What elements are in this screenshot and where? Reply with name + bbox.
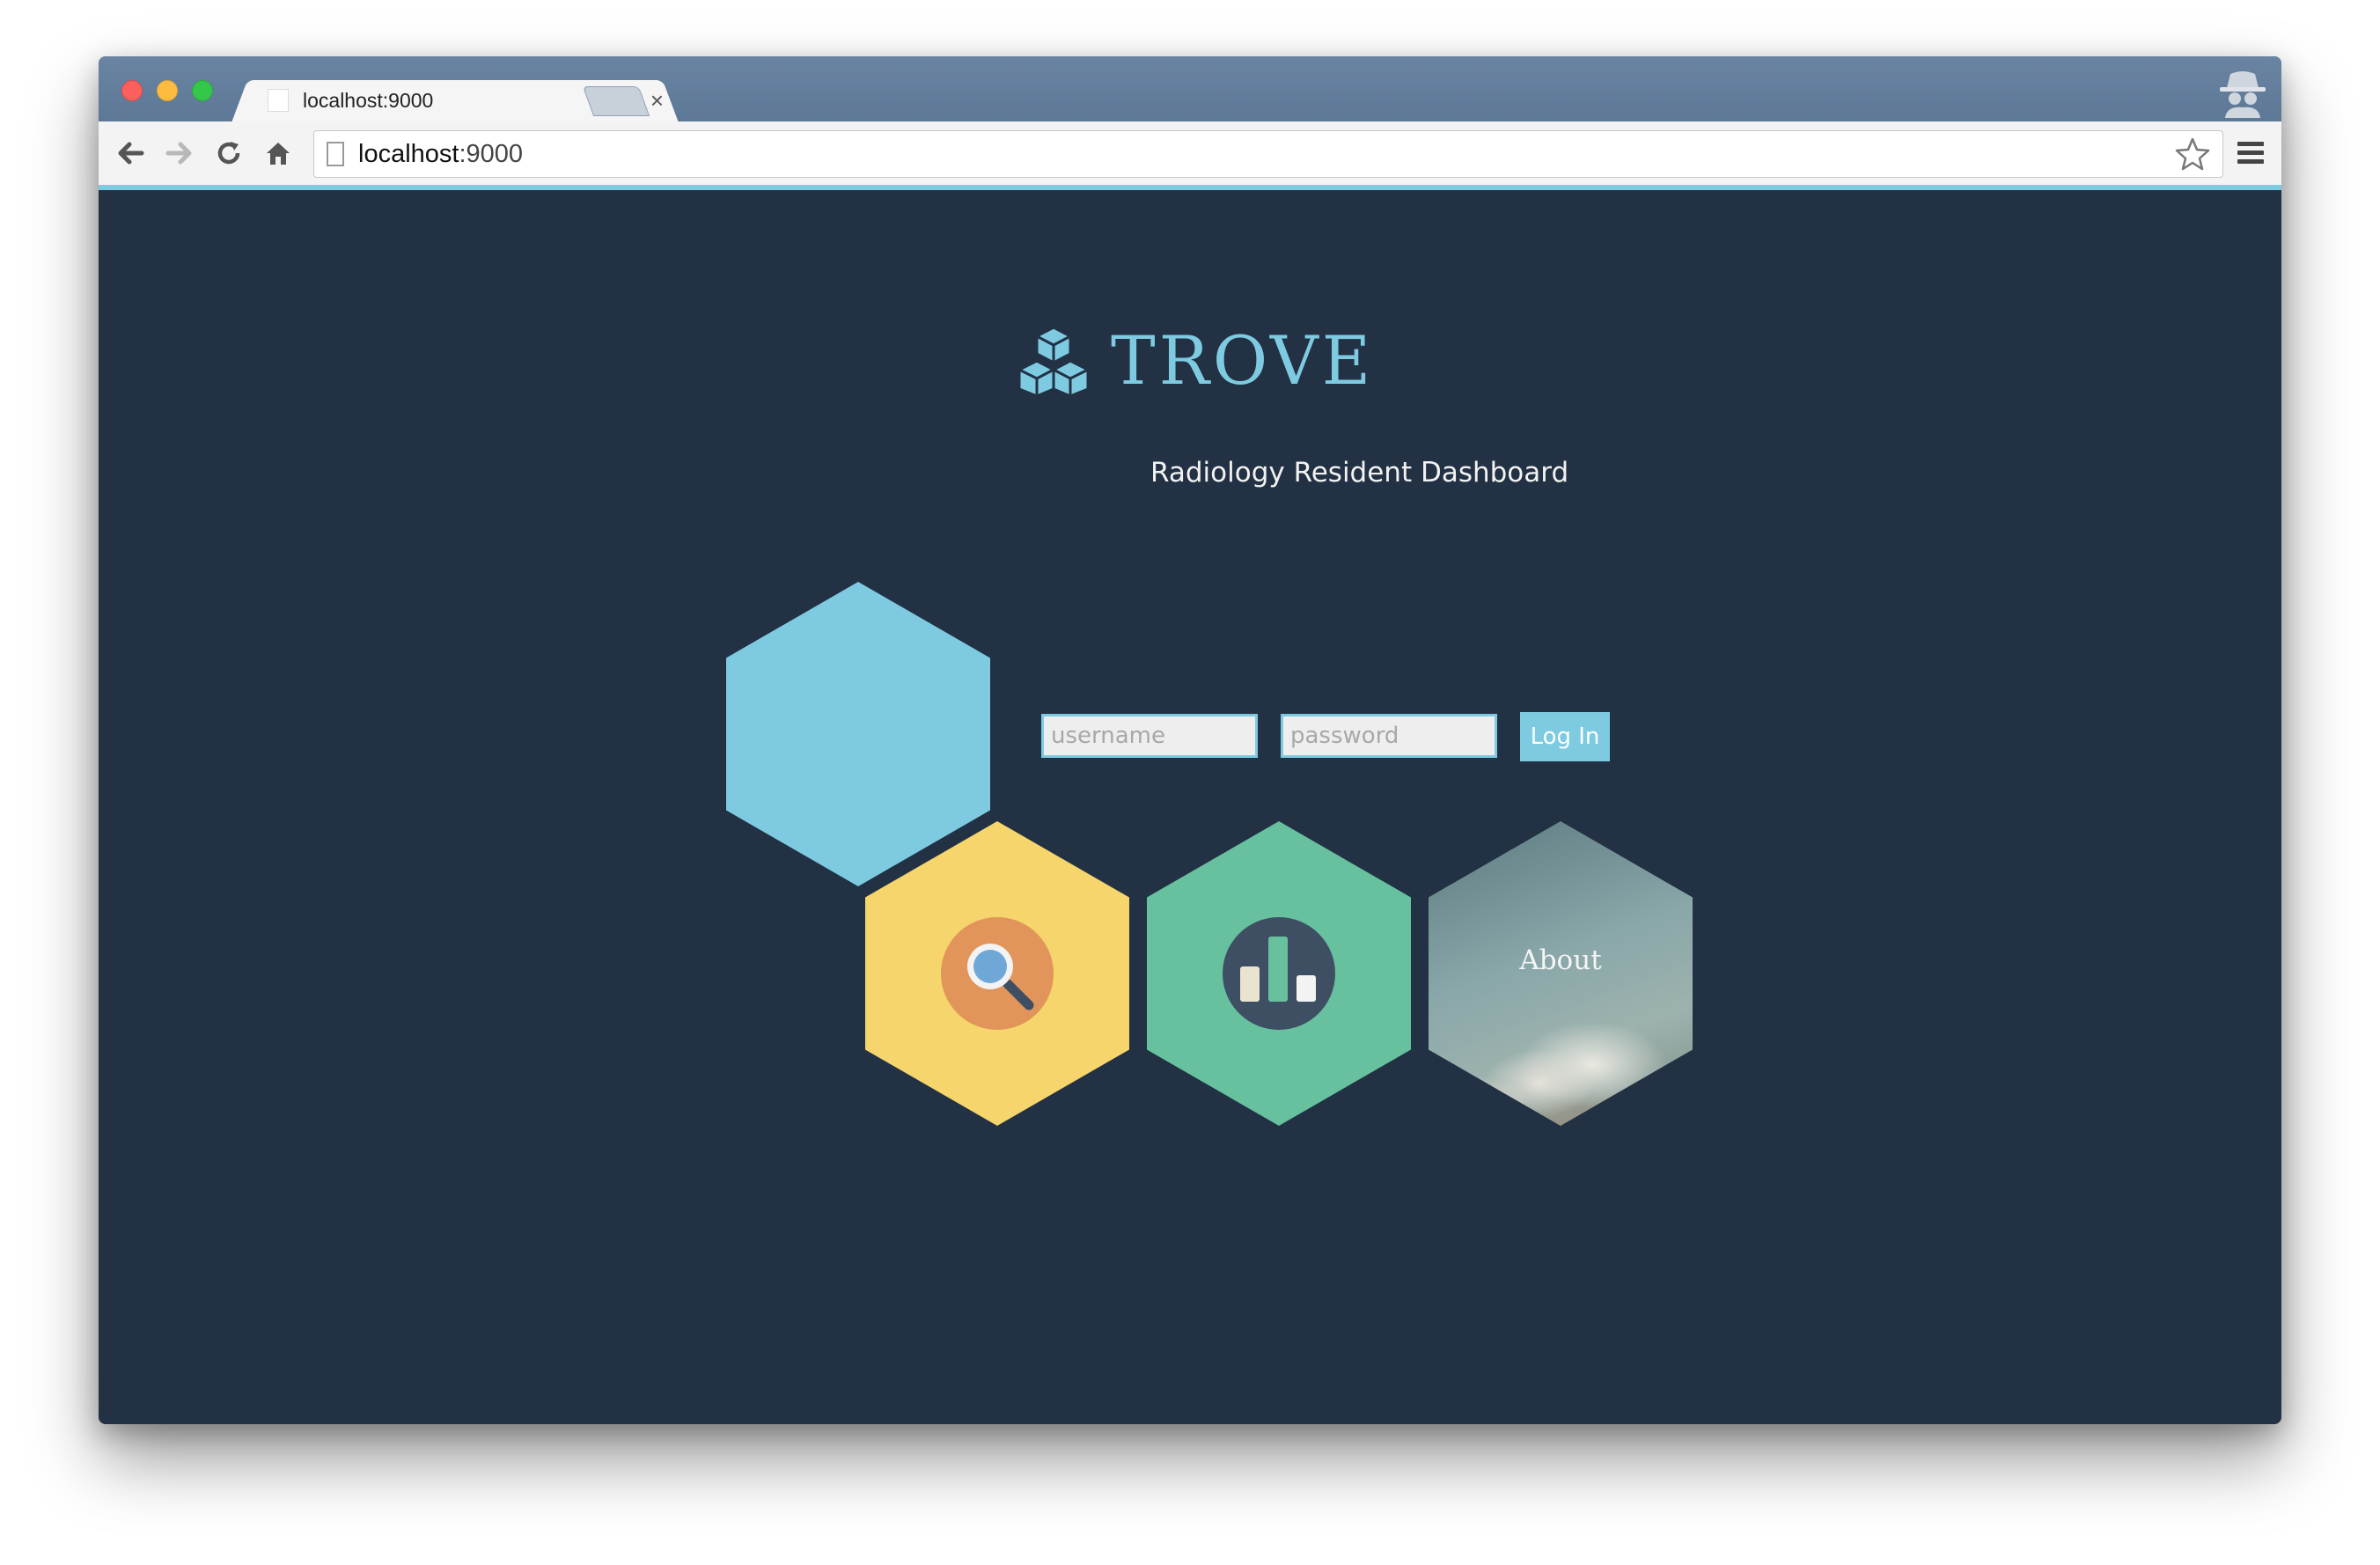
search-icon [941,917,1054,1030]
forward-button[interactable] [160,134,199,173]
close-window-button[interactable] [121,80,143,101]
blue-hex-tile [726,582,990,886]
reload-button[interactable] [209,134,248,173]
app-title: TROVE [1111,320,1375,400]
back-arrow-icon [118,142,144,165]
menu-icon[interactable] [2236,139,2266,167]
about-label: About [1519,944,1602,976]
cubes-icon [1017,326,1090,394]
bookmark-star-icon[interactable] [2175,136,2210,172]
maximize-window-button[interactable] [192,80,213,101]
username-input[interactable] [1041,714,1258,758]
incognito-icon [2220,71,2266,118]
reload-icon [217,142,240,165]
page-icon [327,142,344,166]
about-tile[interactable]: About [1429,821,1693,1126]
favicon-icon [268,89,289,112]
back-button[interactable] [111,134,150,173]
toolbar-accent-line [99,185,2281,190]
bar-chart-icon [1223,917,1335,1030]
browser-window: localhost:9000 × localhost:9000 TROVE R… [99,56,2281,1424]
password-input[interactable] [1281,714,1497,758]
search-tile[interactable] [865,821,1129,1126]
forward-arrow-icon [165,142,192,165]
stats-tile[interactable] [1147,821,1411,1126]
url-host: localhost [358,139,459,168]
browser-titlebar: localhost:9000 × [99,56,2281,125]
home-button[interactable] [259,134,298,173]
home-icon [267,143,290,165]
login-button[interactable]: Log In [1520,712,1610,761]
minimize-window-button[interactable] [157,80,178,101]
address-bar[interactable]: localhost:9000 [313,130,2223,178]
url-port: :9000 [459,139,524,168]
app-subtitle: Radiology Resident Dashboard [1150,457,1569,489]
new-tab-button[interactable] [582,86,650,116]
tab-close-icon[interactable]: × [650,87,664,114]
browser-toolbar: localhost:9000 [99,121,2281,187]
app-logo: TROVE [1014,312,1374,408]
